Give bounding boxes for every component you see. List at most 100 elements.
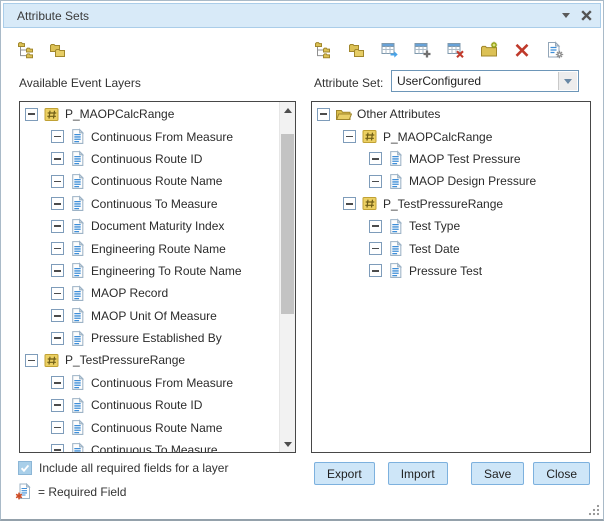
field-icon	[387, 240, 404, 257]
expand-collapse-toggle[interactable]	[51, 242, 64, 255]
minus-icon	[372, 181, 379, 183]
folder-new-button[interactable]	[480, 41, 498, 59]
delete-button[interactable]	[513, 41, 531, 59]
minus-icon	[28, 360, 35, 362]
tree-item-label: P_TestPressureRange	[383, 197, 503, 211]
tree-item[interactable]: MAOP Record	[20, 282, 279, 304]
tree-item-label: Continuous Route ID	[91, 152, 202, 166]
expand-collapse-toggle[interactable]	[51, 309, 64, 322]
tree-item[interactable]: MAOP Test Pressure	[312, 148, 590, 170]
expand-collapse-toggle[interactable]	[369, 264, 382, 277]
folders-icon	[49, 41, 67, 59]
field-icon	[69, 397, 86, 414]
vertical-scrollbar[interactable]	[279, 102, 295, 452]
folders-icon	[348, 41, 366, 59]
expand-collapse-toggle[interactable]	[25, 354, 38, 367]
legend-label: = Required Field	[38, 485, 126, 499]
tree-item[interactable]: Engineering To Route Name	[20, 260, 279, 282]
expand-collapse-toggle[interactable]	[51, 332, 64, 345]
tree-item[interactable]: P_MAOPCalcRange	[20, 103, 279, 125]
checkbox-label: Include all required fields for a layer	[39, 461, 228, 475]
table-export-button[interactable]	[381, 41, 399, 59]
tree-item[interactable]: P_TestPressureRange	[20, 349, 279, 371]
export-button[interactable]: Export	[314, 462, 375, 485]
tree-item[interactable]: Test Date	[312, 237, 590, 259]
expand-collapse-toggle[interactable]	[369, 220, 382, 233]
expand-collapse-toggle[interactable]	[317, 108, 330, 121]
required-field-legend: = Required Field	[15, 483, 126, 501]
scroll-down-button[interactable]	[280, 436, 295, 452]
tree-item[interactable]: MAOP Design Pressure	[312, 170, 590, 192]
expand-collapse-toggle[interactable]	[51, 444, 64, 452]
tree-item[interactable]: Continuous To Measure	[20, 193, 279, 215]
expand-collapse-toggle[interactable]	[369, 152, 382, 165]
folder-icon	[335, 106, 352, 123]
layer-tree-button[interactable]	[315, 41, 333, 59]
expand-collapse-toggle[interactable]	[51, 130, 64, 143]
tree-item[interactable]: Continuous From Measure	[20, 125, 279, 147]
collapse-button[interactable]	[556, 4, 576, 27]
tree-item-label: Continuous Route ID	[91, 398, 202, 412]
tree-item-label: Continuous Route Name	[91, 421, 222, 435]
field-icon	[69, 419, 86, 436]
expand-collapse-toggle[interactable]	[51, 197, 64, 210]
expand-collapse-toggle[interactable]	[25, 108, 38, 121]
tree-item[interactable]: Other Attributes	[312, 103, 590, 125]
tree-item[interactable]: Test Type	[312, 215, 590, 237]
expand-collapse-toggle[interactable]	[369, 242, 382, 255]
resize-grip-icon[interactable]	[587, 503, 600, 516]
tree-item[interactable]: Engineering Route Name	[20, 237, 279, 259]
close-dialog-button[interactable]: Close	[533, 462, 590, 485]
expand-collapse-toggle[interactable]	[343, 130, 356, 143]
minus-icon	[346, 136, 353, 138]
tree-item[interactable]: Continuous Route ID	[20, 148, 279, 170]
expand-collapse-toggle[interactable]	[51, 287, 64, 300]
field-icon	[69, 195, 86, 212]
tree-item[interactable]: Document Maturity Index	[20, 215, 279, 237]
tree-item[interactable]: Continuous Route Name	[20, 416, 279, 438]
tree-item[interactable]: Pressure Established By	[20, 327, 279, 349]
available-layers-tree: P_MAOPCalcRange Continuous From Measure Co…	[20, 103, 279, 452]
import-button[interactable]: Import	[388, 462, 448, 485]
minus-icon	[346, 203, 353, 205]
tree-item[interactable]: Continuous Route Name	[20, 170, 279, 192]
scroll-thumb[interactable]	[281, 134, 294, 314]
expand-collapse-toggle[interactable]	[51, 264, 64, 277]
table-add-button[interactable]	[414, 41, 432, 59]
expand-collapse-toggle[interactable]	[51, 399, 64, 412]
save-button[interactable]: Save	[471, 462, 524, 485]
close-button[interactable]	[576, 4, 596, 27]
expand-collapse-toggle[interactable]	[51, 175, 64, 188]
combobox-dropdown-button[interactable]	[558, 72, 577, 90]
window-title: Attribute Sets	[17, 9, 89, 23]
expand-collapse-toggle[interactable]	[51, 152, 64, 165]
scroll-up-button[interactable]	[280, 102, 295, 118]
tree-item[interactable]: Continuous To Measure	[20, 439, 279, 452]
tree-item[interactable]: MAOP Unit Of Measure	[20, 305, 279, 327]
attribute-set-combobox[interactable]: UserConfigured	[391, 70, 579, 92]
folders-button[interactable]	[348, 41, 366, 59]
folders-button[interactable]	[49, 41, 67, 59]
expand-collapse-toggle[interactable]	[51, 220, 64, 233]
tree-item-label: Continuous To Measure	[91, 197, 218, 211]
field-icon	[69, 285, 86, 302]
expand-collapse-toggle[interactable]	[343, 197, 356, 210]
tree-item[interactable]: P_MAOPCalcRange	[312, 125, 590, 147]
minus-icon	[54, 293, 61, 295]
tree-item-label: Engineering To Route Name	[91, 264, 242, 278]
tree-item[interactable]: Continuous Route ID	[20, 394, 279, 416]
expand-collapse-toggle[interactable]	[51, 421, 64, 434]
table-remove-button[interactable]	[447, 41, 465, 59]
expand-collapse-toggle[interactable]	[51, 376, 64, 389]
layer-icon	[361, 128, 378, 145]
tree-item[interactable]: Continuous From Measure	[20, 372, 279, 394]
report-button[interactable]	[546, 41, 564, 59]
include-required-checkbox[interactable]	[18, 461, 32, 475]
layer-tree-button[interactable]	[18, 41, 36, 59]
tree-item[interactable]: Pressure Test	[312, 260, 590, 282]
tree-item-label: P_MAOPCalcRange	[65, 107, 174, 121]
expand-collapse-toggle[interactable]	[369, 175, 382, 188]
table-add-icon	[414, 41, 432, 59]
tree-item[interactable]: P_TestPressureRange	[312, 193, 590, 215]
available-layers-panel: P_MAOPCalcRange Continuous From Measure Co…	[19, 101, 296, 453]
